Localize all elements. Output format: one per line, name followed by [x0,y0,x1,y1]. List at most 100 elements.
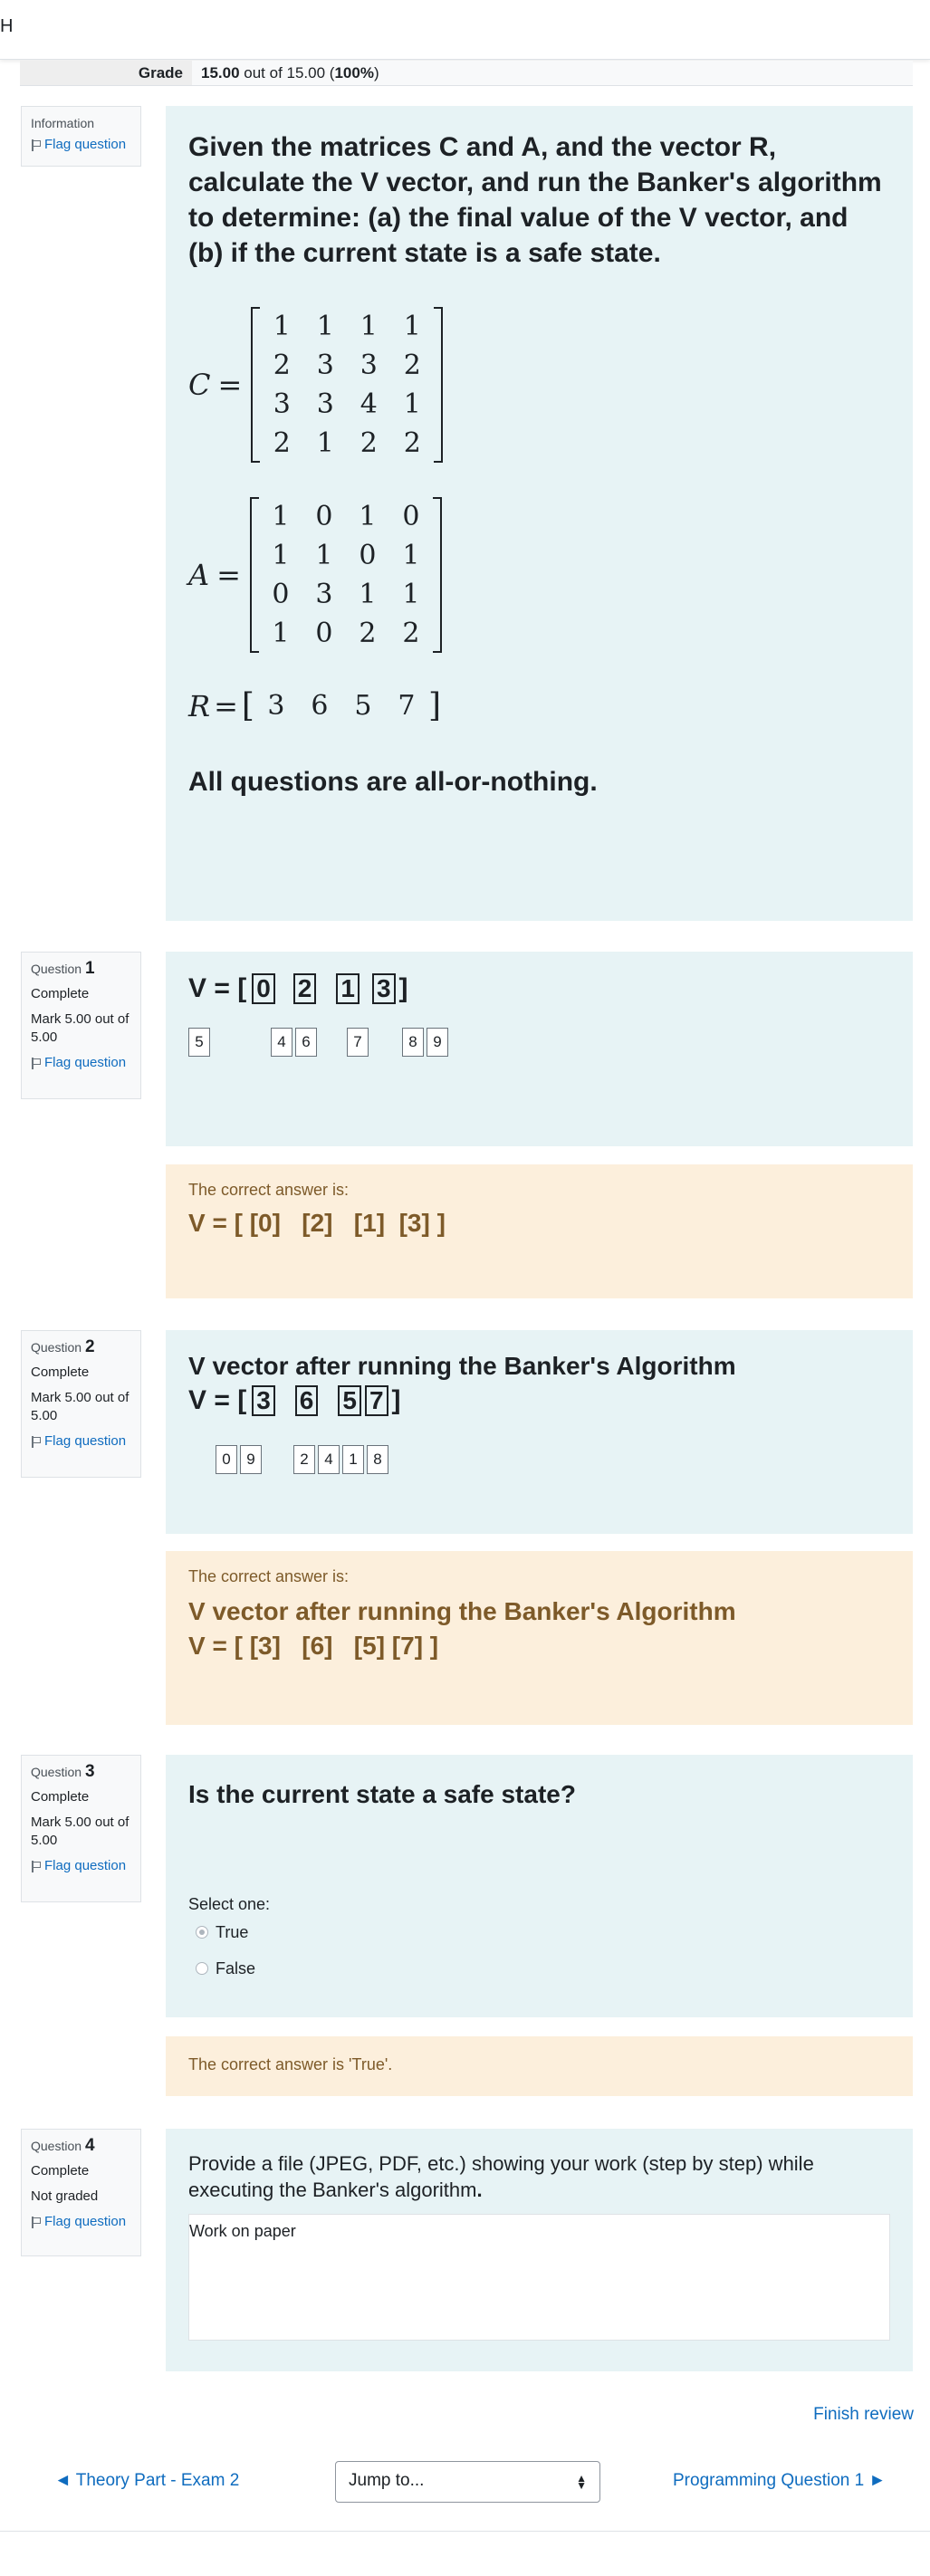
info-label: Information [31,116,95,130]
matrix-cell: 3 [360,350,378,381]
matrix-cell: 1 [359,501,377,532]
drag-choice[interactable]: 8 [402,1028,424,1057]
flag-icon [31,1860,41,1872]
flag-question-link[interactable]: Flag question [31,136,131,154]
jump-to-select[interactable]: Jump to... ▲ ▼ [335,2461,600,2503]
matrix-a-grid: 1010110103111022 [249,497,442,653]
previous-activity-link[interactable]: ◄ Theory Part - Exam 2 [54,2471,239,2491]
question-2-feedback: The correct answer is: V vector after ru… [166,1551,913,1725]
select-caret-icon: ▲ ▼ [576,2472,587,2492]
radio-false[interactable] [196,1962,208,1975]
matrix-cell: 1 [402,540,420,571]
question-2-info: Question 2 Complete Mark 5.00 out of 5.0… [21,1330,141,1478]
option-true[interactable]: True [196,1914,890,1950]
info-sidebar-box: Information Flag question [21,106,141,167]
matrix-cell: 1 [402,579,420,610]
matrix-cell: 2 [359,618,377,649]
drag-choice[interactable]: 9 [240,1445,262,1474]
matrix-cell: 3 [316,350,334,381]
drag-choice[interactable]: 9 [427,1028,448,1057]
drag-choice[interactable]: 0 [216,1445,237,1474]
question-3-title: Is the current state a safe state? [188,1780,576,1808]
matrix-cell: 2 [403,427,421,459]
matrix-cell: 1 [360,311,378,342]
matrix-cell: 0 [272,579,290,610]
question-1-state: Complete [31,986,90,1001]
drag-choice[interactable]: 1 [342,1445,364,1474]
question-3-flag-link[interactable]: Flag question [31,1857,131,1875]
matrix-cell: 0 [359,540,377,571]
matrix-cell: 0 [315,501,333,532]
question-4-flag-link[interactable]: Flag question [31,2213,131,2231]
vector-r-values: 3657 [254,690,428,722]
essay-response-text: Work on paper [189,2222,296,2240]
matrix-cell: 3 [315,579,333,610]
question-2-mark: Mark 5.00 out of 5.00 [31,1390,129,1423]
all-or-nothing-note: All questions are all-or-nothing. [188,767,598,797]
question-1-correct-answer: V = [ [0] [2] [1] [3] ] [188,1209,446,1237]
matrix-cell: 3 [316,388,334,420]
question-intro-heading: Given the matrices C and A, and the vect… [188,132,882,268]
question-2-correct-answer: V = [ [3] [6] [5] [7] ] [188,1632,439,1660]
vector-r-value: 6 [311,690,329,722]
drop-zone-1[interactable]: 3 [252,1385,275,1416]
radio-true[interactable] [196,1926,208,1939]
question-4-state: Complete [31,2163,90,2179]
finish-review-link[interactable]: Finish review [813,2405,914,2425]
question-1-choices: 5 4 6 7 8 9 [188,1028,890,1057]
grade-summary-row: Grade 15.00 out of 15.00 (100%) [20,61,913,86]
flag-icon [31,139,41,151]
question-4-mark: Not graded [31,2188,99,2204]
matrix-cell: 2 [273,350,291,381]
question-4-prompt: Provide a file (JPEG, PDF, etc.) showing… [188,2152,814,2201]
drag-choice[interactable]: 4 [318,1445,340,1474]
essay-response-box: Work on paper [188,2214,890,2341]
flag-icon [31,2216,41,2228]
drop-zone-4[interactable]: 3 [371,973,396,1004]
question-1-flag-link[interactable]: Flag question [31,1054,131,1072]
question-1-info: Question 1 Complete Mark 5.00 out of 5.0… [21,952,141,1099]
question-2-flag-link[interactable]: Flag question [31,1432,131,1451]
info-content-panel: Given the matrices C and A, and the vect… [166,106,913,921]
question-3-panel: Is the current state a safe state? Selec… [166,1755,913,2017]
option-false[interactable]: False [196,1950,890,1987]
drop-zone-1[interactable]: 0 [252,973,275,1004]
question-2-state: Complete [31,1365,90,1380]
matrix-cell: 2 [402,618,420,649]
drop-zone-2[interactable]: 2 [292,973,317,1004]
drop-zone-4[interactable]: 7 [364,1385,388,1416]
footer-divider [0,2531,930,2532]
drop-zone-2[interactable]: 6 [294,1385,319,1416]
drag-choice[interactable]: 5 [188,1028,210,1057]
question-1-panel: V = [ 0 2 1 3 ] 5 4 6 7 8 9 [166,952,913,1146]
select-one-label: Select one: [188,1895,271,1913]
question-2-title: V vector after running the Banker's Algo… [188,1352,736,1380]
matrix-cell: 3 [273,388,291,420]
matrix-cell: 1 [272,501,290,532]
drag-choice[interactable]: 8 [367,1445,388,1474]
matrix-cell: 2 [273,427,291,459]
matrix-cell: 1 [359,579,377,610]
drag-choice[interactable]: 6 [295,1028,317,1057]
question-2-correct-title: V vector after running the Banker's Algo… [188,1597,736,1625]
question-1-feedback: The correct answer is: V = [ [0] [2] [1]… [166,1164,913,1298]
grade-value: 15.00 out of 15.00 (100%) [201,64,379,81]
drag-choice[interactable]: 4 [271,1028,292,1057]
matrix-cell: 1 [272,540,290,571]
question-4-panel: Provide a file (JPEG, PDF, etc.) showing… [166,2129,913,2371]
drag-choice[interactable]: 2 [293,1445,315,1474]
matrix-cell: 1 [272,618,290,649]
question-3-feedback: The correct answer is 'True'. [166,2036,913,2096]
question-3-mark: Mark 5.00 out of 5.00 [31,1815,129,1848]
vector-r-value: 3 [267,690,285,722]
drop-zone-3[interactable]: 1 [336,973,360,1004]
drag-choice[interactable]: 7 [347,1028,369,1057]
matrix-cell: 2 [360,427,378,459]
next-activity-link[interactable]: Programming Question 1 ► [673,2471,886,2491]
question-2-panel: V vector after running the Banker's Algo… [166,1330,913,1534]
question-3-correct-answer: The correct answer is 'True'. [188,2055,393,2073]
question-2-choices: 0 9 2 4 1 8 [216,1445,890,1474]
matrix-cell: 2 [403,350,421,381]
matrix-cell: 1 [403,311,421,342]
drop-zone-3[interactable]: 5 [338,1385,361,1416]
